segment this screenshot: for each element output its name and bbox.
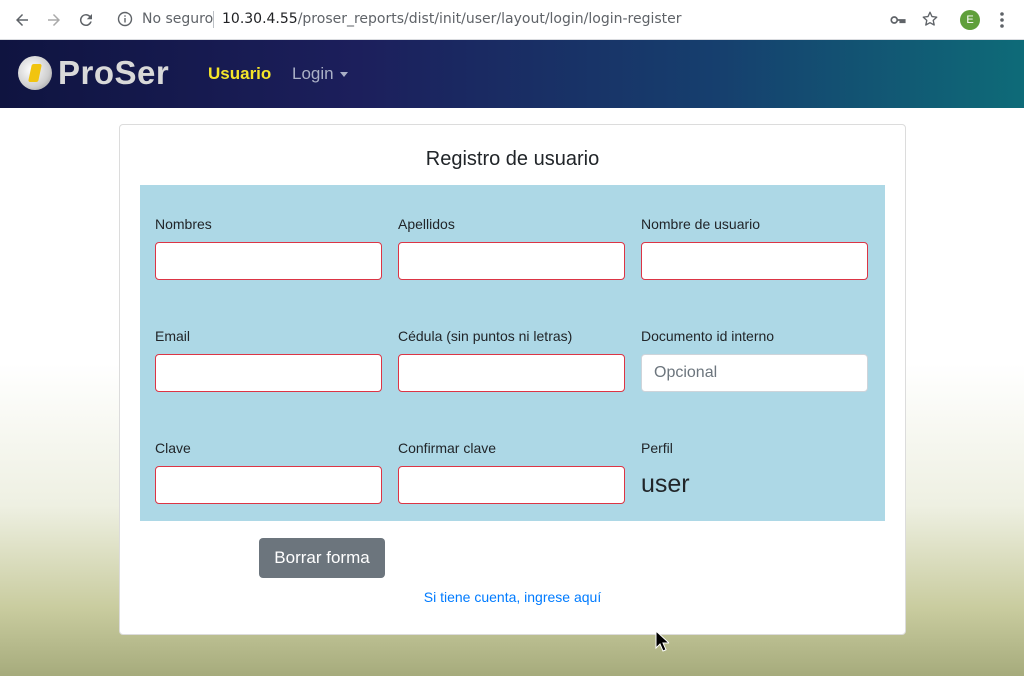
address-separator [213, 11, 214, 28]
perfil-label: Perfil [641, 440, 673, 456]
register-card: Registro de usuario Nombres Apellidos No… [119, 124, 906, 635]
logo-icon [18, 56, 52, 90]
usuario-input[interactable] [641, 242, 868, 280]
nombres-input[interactable] [155, 242, 382, 280]
cedula-input[interactable] [398, 354, 625, 392]
brand-logo[interactable]: ProSer [18, 54, 169, 92]
browser-toolbar: No seguro 10.30.4.55/proser_reports/dist… [0, 0, 1024, 40]
address-bar[interactable]: 10.30.4.55/proser_reports/dist/init/user… [222, 11, 682, 27]
confirmar-label: Confirmar clave [398, 440, 497, 456]
usuario-label: Nombre de usuario [641, 216, 761, 232]
security-label[interactable]: No seguro [142, 11, 213, 27]
confirmar-input[interactable] [398, 466, 625, 504]
app-navbar: ProSer Usuario Login [0, 40, 1024, 108]
url-host: 10.30.4.55 [222, 11, 298, 27]
perfil-value: user [641, 470, 690, 498]
nombres-label: Nombres [155, 216, 212, 232]
brand-name: ProSer [58, 54, 170, 91]
email-input[interactable] [155, 354, 382, 392]
page-title: Registro de usuario [425, 148, 600, 170]
nav-login-label: Login [292, 64, 334, 83]
back-arrow-icon[interactable] [11, 9, 33, 31]
nav-item-usuario[interactable]: Usuario [208, 64, 271, 84]
email-label: Email [155, 328, 191, 344]
url-path: /proser_reports/dist/init/user/layout/lo… [297, 11, 682, 27]
bookmark-star-icon[interactable] [921, 10, 939, 28]
caret-down-icon [339, 71, 348, 77]
profile-avatar[interactable]: E [960, 10, 980, 30]
reset-form-button[interactable]: Borrar forma [259, 538, 385, 578]
nav-item-login[interactable]: Login [292, 64, 348, 84]
reload-icon[interactable] [75, 9, 97, 31]
key-icon[interactable] [889, 11, 907, 29]
clave-input[interactable] [155, 466, 382, 504]
cedula-label: Cédula (sin puntos ni letras) [398, 328, 573, 344]
info-icon[interactable] [117, 11, 133, 27]
documento-label: Documento id interno [641, 328, 775, 344]
clave-label: Clave [155, 440, 191, 456]
mouse-cursor-icon [655, 630, 669, 652]
more-menu-icon[interactable] [996, 10, 1008, 30]
apellidos-input[interactable] [398, 242, 625, 280]
apellidos-label: Apellidos [398, 216, 455, 232]
forward-arrow-icon[interactable] [43, 9, 65, 31]
login-link[interactable]: Si tiene cuenta, ingrese aquí [120, 589, 905, 605]
register-form-panel: Nombres Apellidos Nombre de usuario Emai… [140, 185, 885, 521]
documento-input[interactable] [641, 354, 868, 392]
